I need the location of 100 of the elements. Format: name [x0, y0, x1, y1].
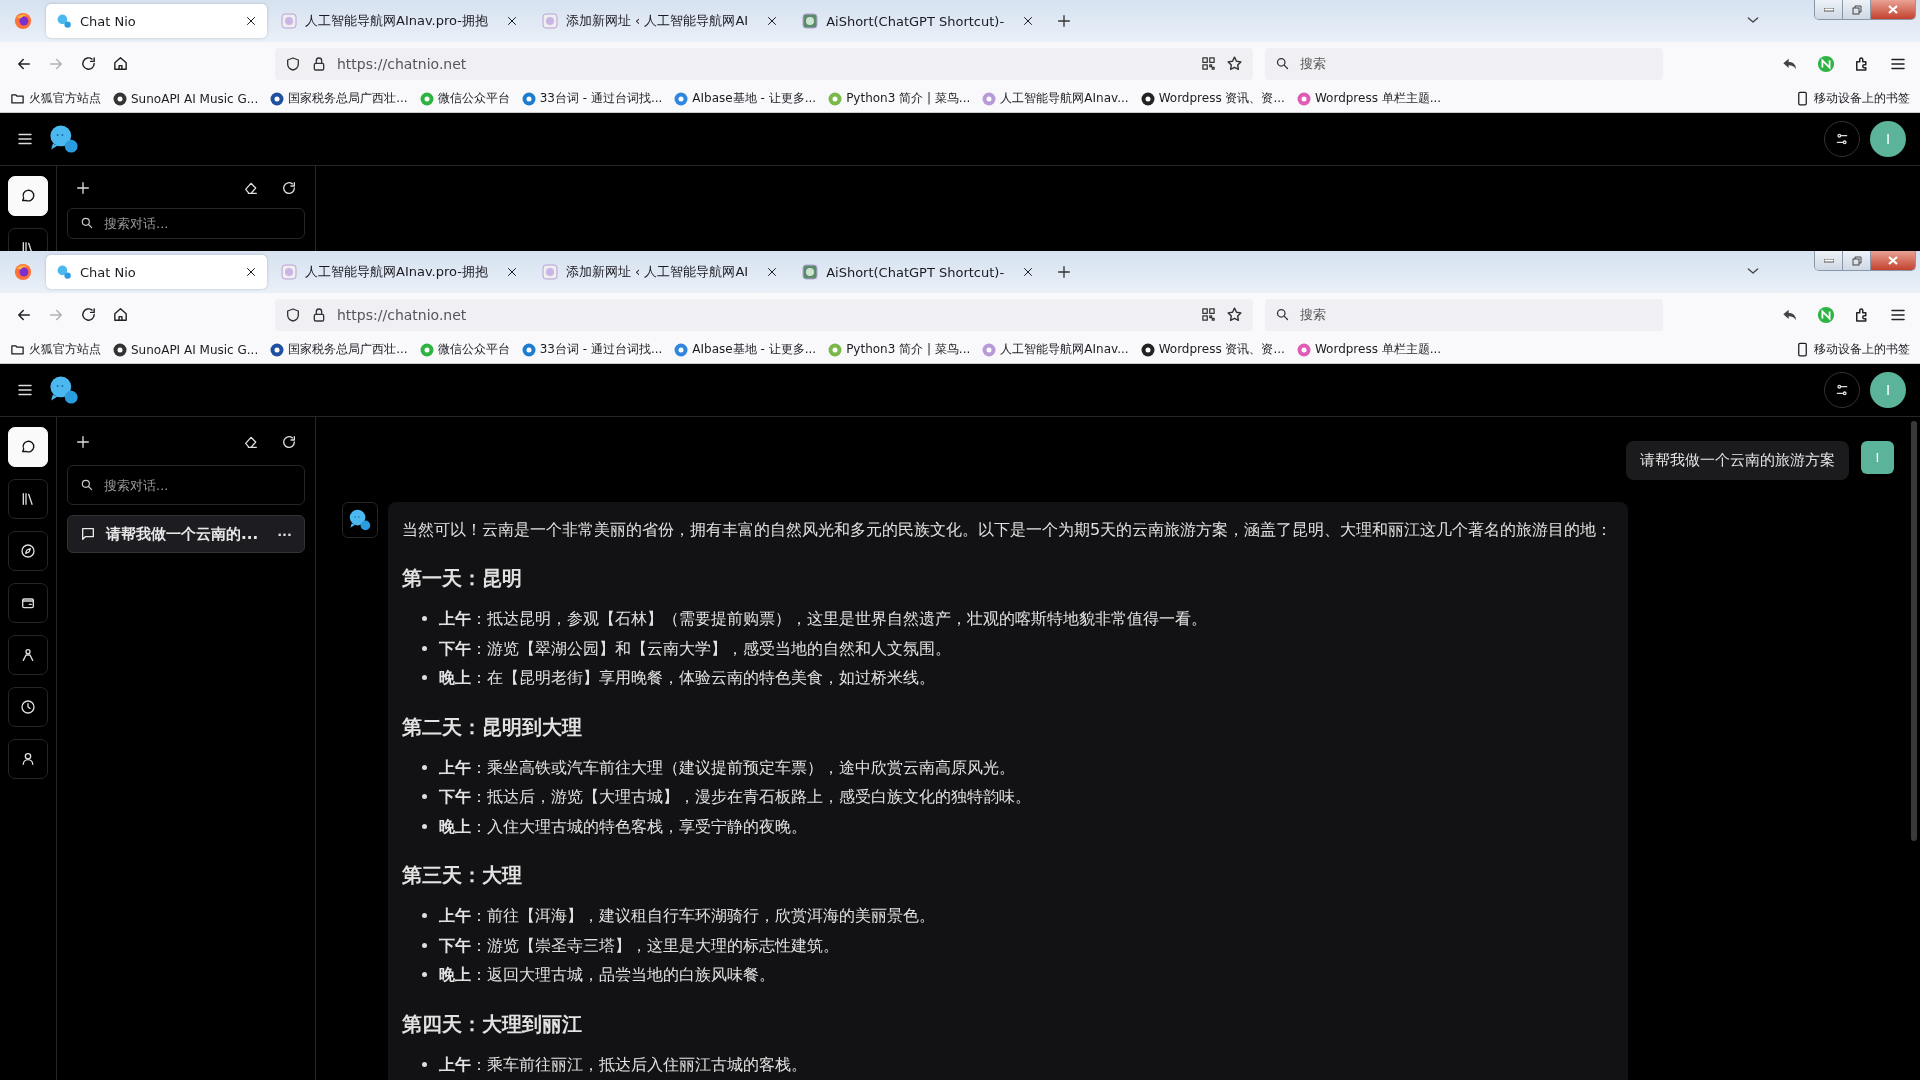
site-icon [270, 91, 285, 106]
close-icon [505, 266, 518, 278]
site-icon [674, 91, 689, 106]
bookmark-link[interactable]: Wordpress 单栏主题... [1296, 90, 1442, 107]
clock-icon [20, 699, 36, 715]
sidebar-nav-button[interactable] [8, 479, 48, 519]
list-item: 上午：抵达昆明，参观【石林】（需要提前购票），这里是世界自然遗产，壮观的喀斯特地貌非常值得一看。 [439, 608, 1207, 630]
restore-button[interactable] [1843, 251, 1871, 270]
sidebar-nav-button[interactable] [8, 583, 48, 623]
address-bar[interactable]: https://chatnio.net [275, 47, 1253, 80]
search-input[interactable]: 搜索对话... [102, 214, 292, 232]
address-bar[interactable]: https://chatnio.net [275, 298, 1253, 331]
bookmark-link[interactable]: SunoAPI AI Music G... [113, 342, 259, 357]
folder-icon [10, 342, 25, 357]
browser-tab[interactable]: AiShort(ChatGPT Shortcut)- [792, 255, 1045, 289]
minimize-icon [1823, 258, 1834, 263]
bookmark-link[interactable]: SunoAPI AI Music G... [113, 91, 259, 106]
bookmark-link[interactable]: 火狐官方站点 [10, 341, 101, 358]
bullet-icon [422, 764, 427, 770]
search-input[interactable]: 搜索 [1298, 55, 1653, 72]
bookmark-link[interactable]: 微信公众平台 [419, 90, 510, 107]
bullet-icon [422, 645, 427, 651]
browser-logo-icon[interactable] [14, 263, 32, 281]
search-field[interactable]: 搜索 [1265, 298, 1663, 331]
minimize-button[interactable] [1815, 251, 1843, 270]
close-icon [505, 15, 518, 27]
search-field[interactable]: 搜索 [1265, 47, 1663, 80]
browser-tab[interactable]: 添加新网址 ‹ 人工智能导航网AI [531, 4, 789, 38]
bookmark-link[interactable]: 微信公众平台 [419, 341, 510, 358]
refresh-button[interactable] [281, 179, 297, 196]
conversation-search-field[interactable]: 搜索对话... [67, 207, 305, 239]
library-icon [20, 491, 36, 507]
message-paragraph: 当然可以！云南是一个非常美丽的省份，拥有丰富的自然风光和多元的民族文化。以下是一个为期5天的云南旅游方案，涵盖了昆明、大理和丽江这几个著名的旅游目的地： [402, 519, 1614, 541]
sidebar-nav-button[interactable] [8, 531, 48, 571]
bookmark-link[interactable]: AIbase基地 - 让更多... [674, 90, 817, 107]
site-icon [1296, 342, 1311, 357]
refresh-button[interactable] [281, 434, 297, 450]
list-item: 晚上：返回大理古城，品尝当地的白族风味餐。 [439, 964, 775, 986]
new-chat-button[interactable] [75, 434, 91, 450]
shield-icon [285, 306, 301, 323]
sidebar-nav-button[interactable] [8, 635, 48, 675]
clear-button[interactable] [243, 434, 259, 450]
search-input[interactable]: 搜索 [1298, 306, 1653, 323]
bookmark-link[interactable]: 33台词 - 通过台词找... [521, 341, 663, 358]
bullet-icon [422, 794, 427, 800]
lock-icon [311, 306, 327, 323]
sidebar-nav-button[interactable] [8, 739, 48, 779]
bullet-icon [422, 1061, 427, 1067]
restore-button[interactable] [1843, 0, 1871, 19]
browser-tab[interactable]: 添加新网址 ‹ 人工智能导航网AI [531, 255, 789, 289]
user-message: 请帮我做一个云南的旅游方案 [1626, 441, 1849, 480]
bookmark-link[interactable]: Python3 简介 | 菜鸟... [828, 90, 971, 107]
conversation-search-field[interactable]: 搜索对话... [67, 465, 305, 505]
browser-tab[interactable]: AiShort(ChatGPT Shortcut)- [792, 4, 1045, 38]
more-button[interactable]: ··· [277, 526, 292, 542]
plus-icon [1056, 13, 1073, 29]
bookmark-link[interactable]: Wordpress 资讯、资... [1140, 90, 1285, 107]
settings-button[interactable] [1824, 121, 1860, 157]
site-icon [281, 264, 297, 280]
site-icon [541, 13, 558, 29]
bookmark-link[interactable]: AIbase基地 - 让更多... [674, 341, 817, 358]
bookmark-link[interactable]: Python3 简介 | 菜鸟... [828, 341, 971, 358]
restore-icon [1851, 4, 1862, 15]
site-icon [1140, 91, 1155, 106]
search-icon [80, 478, 94, 492]
reload-icon [79, 55, 97, 72]
close-window-button[interactable] [1871, 0, 1915, 19]
bullet-icon [422, 913, 427, 919]
bookmark-link[interactable]: 人工智能导航网AInav... [982, 341, 1129, 358]
site-icon [270, 342, 285, 357]
bookmark-link[interactable]: 移动设备上的书签 [1795, 341, 1910, 358]
sidebar-nav-button[interactable] [8, 687, 48, 727]
close-icon [1022, 15, 1035, 27]
bookmark-link[interactable]: 国家税务总局广西壮... [270, 90, 408, 107]
browser-logo-icon[interactable] [14, 12, 32, 30]
close-icon [766, 15, 779, 27]
search-input[interactable]: 搜索对话... [102, 476, 292, 494]
settings-button[interactable] [1824, 372, 1860, 408]
logo-icon [48, 374, 80, 406]
browser-tab[interactable]: 人工智能导航网AInav.pro-拥抱 [271, 255, 528, 289]
site-icon [802, 13, 819, 29]
browser-tab[interactable]: Chat Nio [46, 255, 267, 289]
bookmark-link[interactable]: Wordpress 资讯、资... [1140, 341, 1285, 358]
close-window-button[interactable] [1871, 251, 1915, 270]
list-item: 下午：游览【崇圣寺三塔】，这里是大理的标志性建筑。 [439, 934, 839, 957]
star-icon [1226, 55, 1243, 72]
plus-icon [1056, 264, 1073, 280]
new-chat-button[interactable] [75, 179, 91, 196]
bookmark-link[interactable]: 火狐官方站点 [10, 90, 101, 107]
browser-tab[interactable]: 人工智能导航网AInav.pro-拥抱 [271, 4, 528, 38]
bookmark-link[interactable]: 移动设备上的书签 [1795, 90, 1910, 107]
bookmark-link[interactable]: Wordpress 单栏主题... [1296, 341, 1442, 358]
bookmark-link[interactable]: 人工智能导航网AInav... [982, 90, 1129, 107]
bookmark-link[interactable]: 国家税务总局广西壮... [270, 341, 408, 358]
list-item: 下午：抵达后，游览【大理古城】，漫步在青石板路上，感受白族文化的独特韵味。 [439, 786, 1031, 808]
browser-tab[interactable]: Chat Nio [46, 4, 267, 38]
bookmark-link[interactable]: 33台词 - 通过台词找... [521, 90, 663, 107]
conversation-item[interactable]: 请帮我做一个云南的... ··· [67, 515, 305, 553]
bullet-icon [422, 616, 427, 622]
minimize-button[interactable] [1815, 0, 1843, 19]
